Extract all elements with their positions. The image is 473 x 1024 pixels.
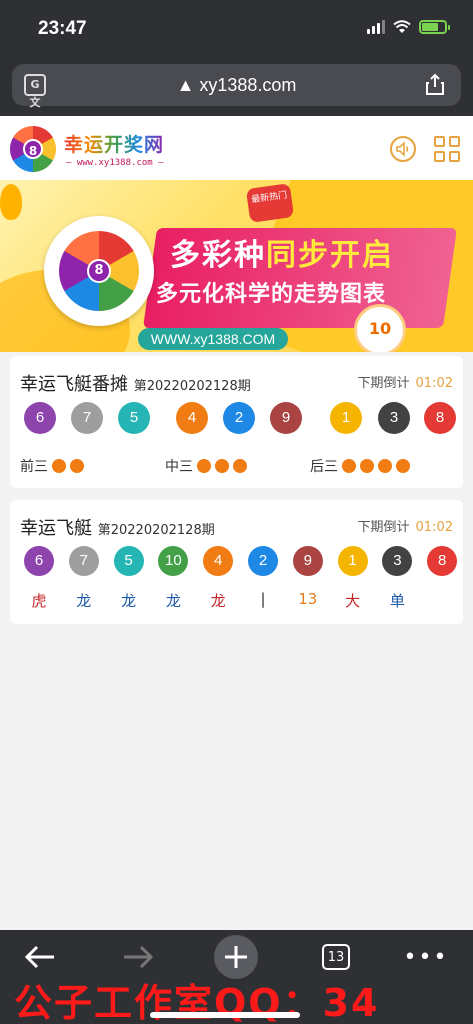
url-text[interactable]: ▲ xy1388.com bbox=[12, 75, 461, 96]
number-ball: 1 bbox=[330, 402, 362, 434]
status-time: 23:47 bbox=[38, 18, 87, 39]
result-tag: 龙 bbox=[76, 592, 92, 610]
indicator-dot bbox=[378, 459, 392, 473]
grid-icon bbox=[434, 136, 445, 147]
promo-banner[interactable]: 最新热门 8 多彩种同步开启 多元化科学的走势图表 WWW.xy1388.COM… bbox=[0, 180, 473, 352]
number-ball: 1 bbox=[337, 546, 368, 576]
group-label: 后三 bbox=[310, 459, 338, 475]
group-1: 前三 bbox=[20, 456, 84, 476]
number-ball: 6 bbox=[24, 402, 56, 434]
speaker-icon bbox=[396, 141, 409, 157]
more-icon[interactable]: ••• bbox=[404, 940, 447, 974]
forward-button[interactable] bbox=[118, 940, 158, 974]
group-label: 中三 bbox=[165, 459, 193, 475]
result-tag: 龙 bbox=[210, 592, 226, 610]
plus-icon bbox=[225, 946, 247, 968]
indicator-dot bbox=[342, 459, 356, 473]
arrow-left-icon bbox=[24, 945, 54, 969]
number-ball: 4 bbox=[203, 546, 234, 576]
address-bar[interactable]: G文 ▲ xy1388.com bbox=[12, 64, 461, 109]
indicator-dot bbox=[233, 459, 247, 473]
site-name: 幸运开奖网 bbox=[64, 130, 164, 157]
status-icons bbox=[367, 20, 450, 34]
number-ball: 4 bbox=[176, 402, 208, 434]
indicator-dot bbox=[52, 459, 66, 473]
indicator-dot bbox=[197, 459, 211, 473]
banner-headline: 多彩种同步开启 bbox=[170, 238, 394, 273]
result-tag: 龙 bbox=[121, 592, 137, 610]
lottery-card-feiting[interactable]: 幸运飞艇 第20220202128期 下期倒计 01:02 6 7 5 10 4 2 9 1 3 8… bbox=[10, 500, 463, 624]
indicator-dot bbox=[215, 459, 229, 473]
signal-icon bbox=[367, 20, 385, 34]
number-ball: 5 bbox=[118, 402, 150, 434]
battery-icon bbox=[419, 20, 450, 34]
position-groups: 前三 中三 后三 bbox=[20, 456, 453, 476]
result-tag: 13 bbox=[298, 590, 318, 608]
home-indicator bbox=[150, 1012, 300, 1018]
countdown: 下期倒计 01:02 bbox=[357, 520, 453, 535]
badge-10: 10 bbox=[354, 304, 406, 352]
result-tag: 虎 bbox=[31, 592, 47, 610]
number-ball: 10 bbox=[158, 546, 189, 576]
number-ball: 2 bbox=[223, 402, 255, 434]
wifi-icon bbox=[393, 20, 411, 33]
number-ball: 8 bbox=[424, 402, 456, 434]
number-ball: 7 bbox=[71, 402, 103, 434]
result-tag: 大 bbox=[345, 592, 361, 610]
countdown: 下期倒计 01:02 bbox=[357, 376, 453, 391]
card-period: 第20220202128期 bbox=[97, 523, 215, 538]
number-ball: 2 bbox=[248, 546, 278, 576]
number-ball: 8 bbox=[427, 546, 458, 576]
number-ball: 6 bbox=[24, 546, 54, 576]
banner-url: WWW.xy1388.COM bbox=[138, 328, 288, 350]
banner-subline: 多元化科学的走势图表 bbox=[156, 282, 387, 307]
result-tag: 单 bbox=[389, 592, 405, 610]
number-ball: 5 bbox=[113, 546, 144, 576]
group-3: 后三 bbox=[310, 456, 410, 476]
countdown-time: 01:02 bbox=[415, 520, 453, 535]
site-logo[interactable]: 8 bbox=[10, 126, 56, 172]
new-badge: 最新热门 bbox=[245, 183, 295, 223]
lottery-card-fantan[interactable]: 幸运飞艇番摊 第20220202128期 下期倒计 01:02 675429138… bbox=[10, 356, 463, 488]
site-url: — www.xy1388.com — bbox=[66, 158, 164, 168]
status-bar: 23:47 bbox=[0, 0, 473, 58]
arrow-right-icon bbox=[124, 945, 154, 969]
group-2: 中三 bbox=[165, 456, 247, 476]
countdown-time: 01:02 bbox=[415, 376, 453, 391]
share-icon[interactable] bbox=[425, 73, 445, 95]
card-title: 幸运飞艇 第20220202128期 bbox=[20, 518, 215, 539]
card-title: 幸运飞艇番摊 第20220202128期 bbox=[20, 374, 251, 395]
indicator-dot bbox=[360, 459, 374, 473]
sound-button[interactable] bbox=[390, 136, 416, 162]
logo-number: 8 bbox=[23, 139, 43, 159]
banner-logo: 8 bbox=[44, 216, 154, 326]
browser-address-area: G文 ▲ xy1388.com bbox=[0, 58, 473, 116]
number-ball: 9 bbox=[292, 546, 323, 576]
number-ball: 3 bbox=[382, 546, 413, 576]
number-ball: 9 bbox=[270, 402, 302, 434]
back-button[interactable] bbox=[20, 940, 60, 974]
number-ball: 7 bbox=[68, 546, 99, 576]
tabs-button[interactable]: 13 bbox=[322, 944, 350, 970]
result-tag: | bbox=[260, 590, 266, 608]
card-period: 第20220202128期 bbox=[133, 379, 251, 394]
balloon-icon bbox=[0, 184, 22, 220]
number-ball: 3 bbox=[378, 402, 410, 434]
result-tag: 龙 bbox=[165, 592, 181, 610]
indicator-dot bbox=[70, 459, 84, 473]
menu-grid-button[interactable] bbox=[434, 136, 460, 162]
indicator-dot bbox=[396, 459, 410, 473]
group-label: 前三 bbox=[20, 459, 48, 475]
site-header: 8 幸运开奖网 — www.xy1388.com — bbox=[0, 116, 473, 180]
